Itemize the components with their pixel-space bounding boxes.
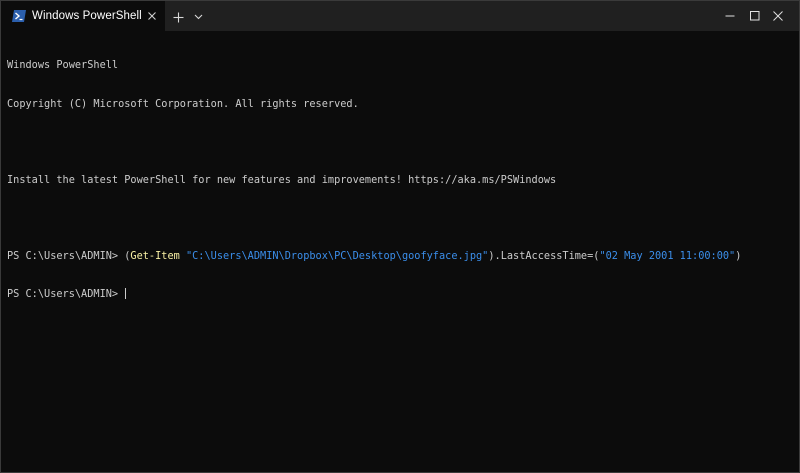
powershell-icon <box>12 10 26 22</box>
close-icon <box>773 11 783 21</box>
plus-icon <box>173 12 183 22</box>
chevron-down-icon <box>194 14 202 20</box>
terminal-output[interactable]: Windows PowerShell Copyright (C) Microso… <box>7 34 793 470</box>
close-window-button[interactable] <box>755 1 800 31</box>
profiles-dropdown-button[interactable] <box>191 10 205 24</box>
path-argument: "C:\Users\ADMIN\Dropbox\PC\Desktop\goofy… <box>185 249 489 262</box>
terminal-window: Windows PowerShell Windows PowerShell Co… <box>0 0 800 473</box>
property-assignment: ).LastAccessTime=( <box>488 249 600 262</box>
close-icon <box>148 12 156 20</box>
prompt: PS C:\Users\ADMIN> <box>7 287 125 300</box>
command-line: PS C:\Users\ADMIN> (Get-Item "C:\Users\A… <box>7 250 793 263</box>
prompt: PS C:\Users\ADMIN> <box>7 249 125 262</box>
terminal-line: Copyright (C) Microsoft Corporation. All… <box>7 97 359 110</box>
cmdlet-name: Get-Item <box>130 249 180 262</box>
tab-close-button[interactable] <box>145 9 159 23</box>
terminal-line: Install the latest PowerShell for new fe… <box>7 173 557 186</box>
tab-title: Windows PowerShell <box>32 10 142 22</box>
date-argument: "02 May 2001 11:00:00" <box>599 249 736 262</box>
text-cursor <box>125 287 127 299</box>
input-line[interactable]: PS C:\Users\ADMIN> <box>7 287 793 301</box>
close-paren: ) <box>735 249 742 262</box>
terminal-line: Windows PowerShell <box>7 59 119 72</box>
new-tab-button[interactable] <box>170 9 186 25</box>
title-bar[interactable]: Windows PowerShell <box>1 1 799 31</box>
tab-windows-powershell[interactable]: Windows PowerShell <box>1 1 165 31</box>
